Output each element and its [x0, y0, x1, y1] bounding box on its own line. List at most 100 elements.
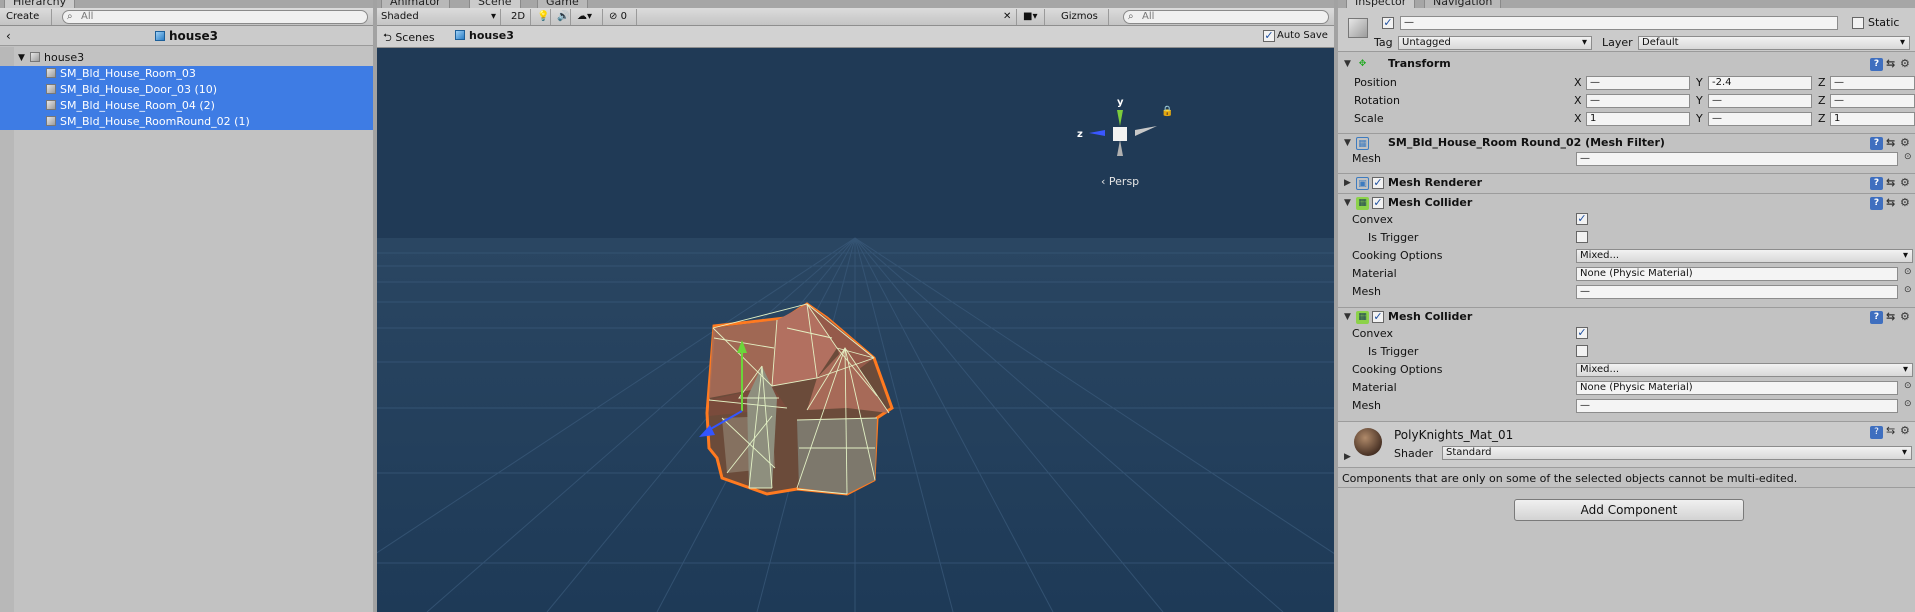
object-picker-icon[interactable]: ⊙	[1904, 381, 1912, 391]
collider-material-field[interactable]: None (Physic Material)	[1576, 267, 1898, 281]
shader-dropdown[interactable]: Standard ▾	[1442, 446, 1912, 460]
tree-item-room04[interactable]: SM_Bld_House_Room_04 (2)	[0, 98, 373, 114]
hierarchy-scene-header[interactable]: ‹ house3	[0, 26, 373, 46]
auto-save-checkbox[interactable]: ✓	[1263, 30, 1275, 42]
gear-icon[interactable]: ⚙	[1900, 55, 1910, 73]
preset-icon[interactable]: ⇆	[1886, 308, 1895, 326]
object-name-field[interactable]: —	[1400, 16, 1838, 30]
tag-dropdown[interactable]: Untagged ▾	[1398, 36, 1592, 50]
position-z-field[interactable]: —	[1830, 76, 1915, 90]
help-icon[interactable]: ?	[1870, 137, 1883, 150]
scene-viewport[interactable]: y z 🔒 ‹ Persp	[377, 48, 1334, 612]
mesh-collider-1-header[interactable]: ▼ ▦ ✓ Mesh Collider ? ⇆ ⚙	[1338, 193, 1915, 213]
tab-navigation[interactable]: Navigation	[1424, 0, 1502, 8]
cooking-options-dropdown[interactable]: Mixed... ▾	[1576, 249, 1913, 263]
mesh-renderer-header[interactable]: ▶ ▣ ✓ Mesh Renderer ? ⇆ ⚙	[1338, 173, 1915, 193]
scale-x-field[interactable]: 1	[1586, 112, 1690, 126]
collider-mesh-field[interactable]: —	[1576, 285, 1898, 299]
gear-icon[interactable]: ⚙	[1900, 134, 1910, 152]
add-component-button[interactable]: Add Component	[1514, 499, 1744, 521]
help-icon[interactable]: ?	[1870, 177, 1883, 190]
effects-dropdown-icon[interactable]: ☁▾	[573, 9, 603, 25]
convex-checkbox[interactable]: ✓	[1576, 213, 1588, 225]
object-picker-icon[interactable]: ⊙	[1904, 267, 1912, 277]
rotation-z-field[interactable]: —	[1830, 94, 1915, 108]
material-label: Material	[1352, 381, 1397, 394]
help-icon[interactable]: ?	[1870, 311, 1883, 324]
gear-icon[interactable]: ⚙	[1900, 308, 1910, 326]
tag-label: Tag	[1374, 36, 1393, 49]
tab-hierarchy[interactable]: Hierarchy	[4, 0, 76, 8]
mesh-renderer-checkbox[interactable]: ✓	[1372, 177, 1384, 189]
position-y-field[interactable]: -2.4	[1708, 76, 1812, 90]
convex-checkbox[interactable]: ✓	[1576, 327, 1588, 339]
tree-item-door03[interactable]: SM_Bld_House_Door_03 (10)	[0, 82, 373, 98]
transform-header[interactable]: ▼ ✥ Transform ? ⇆ ⚙	[1338, 55, 1915, 75]
gear-icon[interactable]: ⚙	[1900, 424, 1910, 437]
preset-icon[interactable]: ⇆	[1886, 174, 1895, 192]
preset-icon[interactable]: ⇆	[1886, 194, 1895, 212]
mesh-collider-checkbox[interactable]: ✓	[1372, 311, 1384, 323]
tree-root-house3[interactable]: ▼ house3	[0, 50, 373, 66]
help-icon[interactable]: ?	[1870, 426, 1883, 439]
help-icon[interactable]: ?	[1870, 197, 1883, 210]
gizmos-dropdown[interactable]: Gizmos ▾	[1057, 9, 1109, 37]
camera-dropdown-icon[interactable]: ■▾	[1019, 9, 1045, 25]
rotation-y-field[interactable]: —	[1708, 94, 1812, 108]
hidden-objects-toggle[interactable]: ⊘ 0	[605, 9, 637, 25]
object-picker-icon[interactable]: ⊙	[1904, 152, 1912, 162]
breadcrumb-current[interactable]: house3	[455, 29, 514, 42]
rotation-x-field[interactable]: —	[1586, 94, 1690, 108]
collapse-triangle-icon[interactable]: ▼	[1344, 55, 1351, 73]
tab-scene[interactable]: Scene	[469, 0, 521, 8]
tree-item-roomround02[interactable]: SM_Bld_House_RoomRound_02 (1)	[0, 114, 373, 130]
audio-toggle-icon[interactable]: 🔊	[553, 9, 571, 25]
gear-icon[interactable]: ⚙	[1900, 174, 1910, 192]
position-x-field[interactable]: —	[1586, 76, 1690, 90]
mesh-filter-mesh-field[interactable]: —	[1576, 152, 1898, 166]
scale-y-field[interactable]: —	[1708, 112, 1812, 126]
mesh-filter-header[interactable]: ▼ ▦ SM_Bld_House_Room Round_02 (Mesh Fil…	[1338, 133, 1915, 153]
collider-mesh-field[interactable]: —	[1576, 399, 1898, 413]
object-picker-icon[interactable]: ⊙	[1904, 399, 1912, 409]
is-trigger-checkbox[interactable]	[1576, 231, 1588, 243]
layer-dropdown[interactable]: Default ▾	[1638, 36, 1910, 50]
shading-mode-dropdown[interactable]: Shaded ▾	[377, 9, 501, 25]
back-arrow-icon[interactable]: ‹	[6, 26, 11, 46]
lighting-toggle-icon[interactable]: 💡	[533, 9, 551, 25]
toggle-2d-button[interactable]: 2D	[507, 9, 531, 25]
static-checkbox[interactable]	[1852, 17, 1864, 29]
scene-tabbar: Animator Scene Game	[377, 0, 1334, 8]
create-button[interactable]: Create ▾	[2, 9, 52, 37]
tools-icon[interactable]: ✕	[999, 9, 1017, 25]
tab-animator[interactable]: Animator	[381, 0, 450, 8]
cooking-options-dropdown[interactable]: Mixed... ▾	[1576, 363, 1913, 377]
mesh-collider-checkbox[interactable]: ✓	[1372, 197, 1384, 209]
breadcrumb-scenes[interactable]: ⮌ Scenes	[383, 29, 435, 48]
collapse-triangle-icon[interactable]: ▼	[1344, 134, 1351, 152]
tab-game[interactable]: Game	[537, 0, 588, 8]
preset-icon[interactable]: ⇆	[1886, 134, 1895, 152]
expand-triangle-icon[interactable]: ▶	[1344, 452, 1351, 462]
tab-inspector[interactable]: Inspector	[1346, 0, 1416, 8]
scene-search-input[interactable]: ⌕ All	[1123, 10, 1329, 24]
projection-label[interactable]: ‹ Persp	[1101, 175, 1139, 188]
scene-render[interactable]: y z 🔒 ‹ Persp	[377, 48, 1334, 612]
gear-icon[interactable]: ⚙	[1900, 194, 1910, 212]
scale-z-field[interactable]: 1	[1830, 112, 1915, 126]
hierarchy-search-input[interactable]: ⌕ All	[62, 10, 368, 24]
expand-triangle-icon[interactable]: ▼	[18, 50, 25, 66]
object-picker-icon[interactable]: ⊙	[1904, 285, 1912, 295]
collapse-triangle-icon[interactable]: ▼	[1344, 194, 1351, 212]
is-trigger-checkbox[interactable]	[1576, 345, 1588, 357]
expand-triangle-icon[interactable]: ▶	[1344, 174, 1351, 192]
collider-material-field[interactable]: None (Physic Material)	[1576, 381, 1898, 395]
lock-icon[interactable]: 🔒	[1161, 105, 1173, 117]
collapse-triangle-icon[interactable]: ▼	[1344, 308, 1351, 326]
mesh-collider-2-header[interactable]: ▼ ▦ ✓ Mesh Collider ? ⇆ ⚙	[1338, 307, 1915, 327]
help-icon[interactable]: ?	[1870, 58, 1883, 71]
preset-icon[interactable]: ⇆	[1886, 55, 1895, 73]
tree-item-room03[interactable]: SM_Bld_House_Room_03	[0, 66, 373, 82]
active-checkbox[interactable]: ✓	[1382, 17, 1394, 29]
preset-icon[interactable]: ⇆	[1886, 424, 1895, 437]
